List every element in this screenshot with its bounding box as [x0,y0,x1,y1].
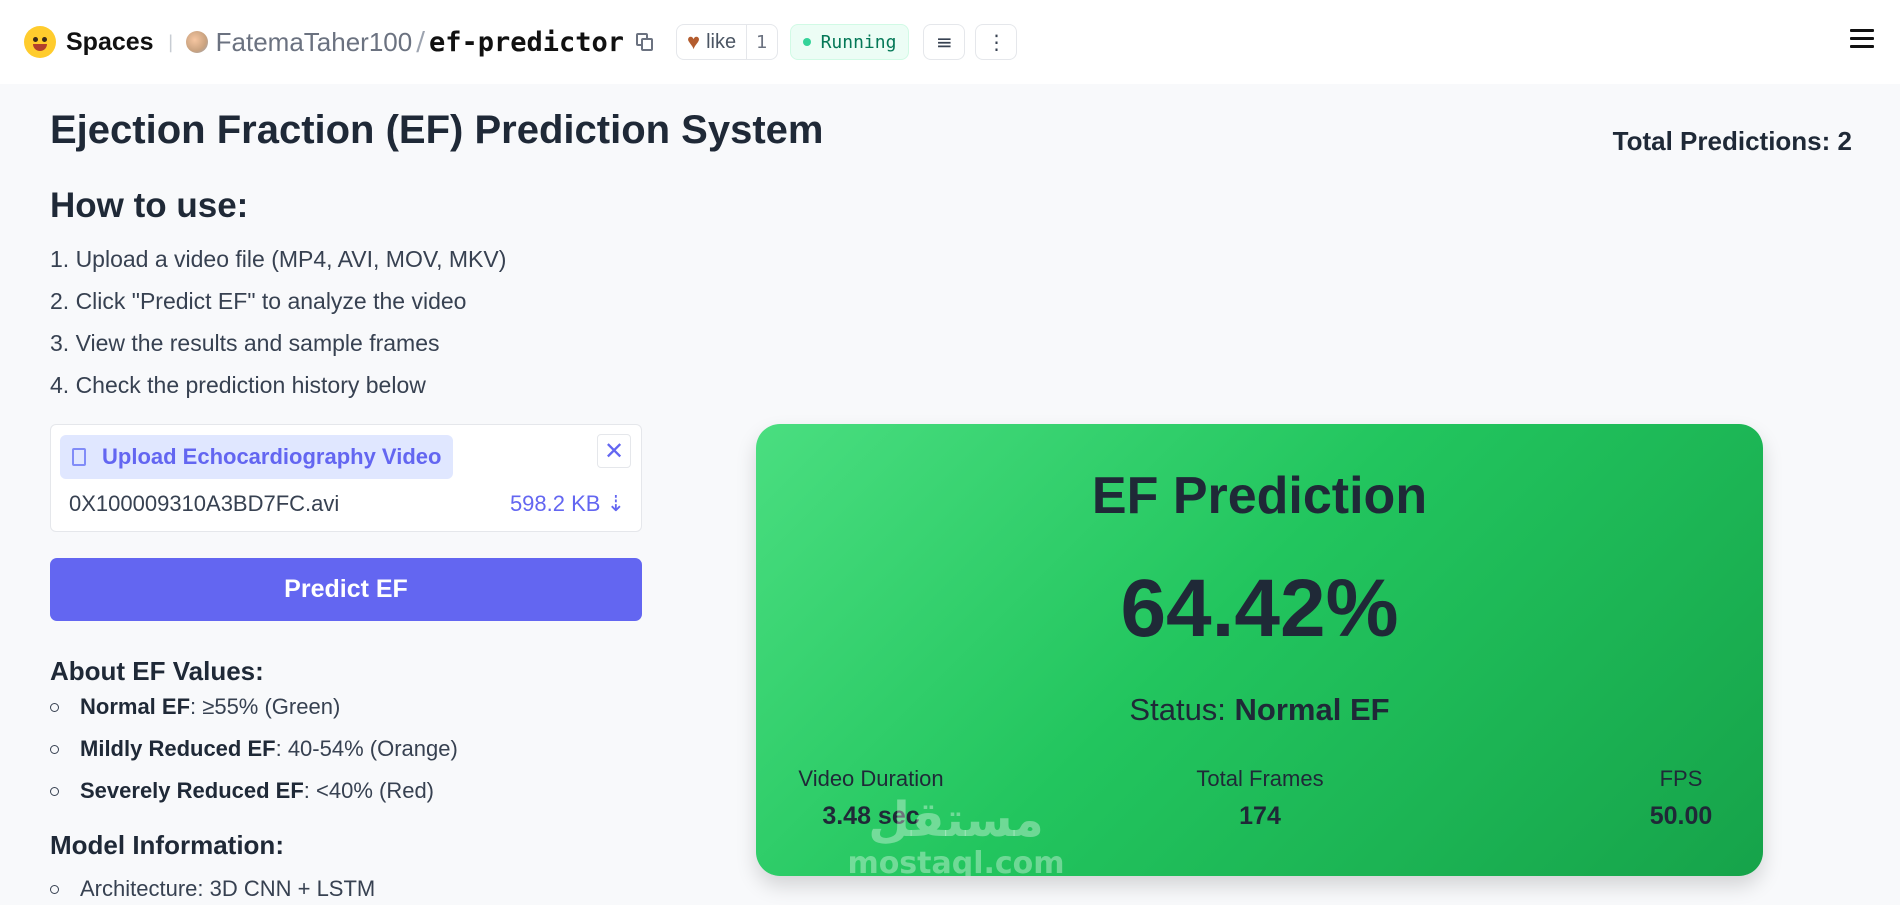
upload-label-text: Upload Echocardiography Video [102,444,442,469]
how-to-steps: 1. Upload a video file (MP4, AVI, MOV, M… [50,244,506,412]
like-count[interactable]: 1 [746,25,776,59]
spaces-link[interactable]: Spaces [66,28,154,57]
about-ef-heading: About EF Values: [50,656,264,686]
hamburger-menu-icon[interactable] [1850,29,1874,55]
ef-value: 64.42% [1120,563,1399,654]
huggingface-logo-icon[interactable] [24,26,56,58]
status-dot-icon [802,38,811,46]
logs-icon: ≡ [936,30,953,54]
list-item: 4. Check the prediction history below [50,372,426,398]
clear-upload-button[interactable]: ✕ [597,434,631,468]
watermark: مستقل mostaql.com [847,792,1065,876]
logs-button[interactable]: ≡ [923,24,966,60]
status-badge[interactable]: Running [789,24,910,60]
owner-link[interactable]: FatemaTaher100 [216,27,413,58]
path-separator: / [416,27,425,57]
upload-label[interactable]: Upload Echocardiography Video [60,435,454,479]
owner-avatar[interactable] [185,31,208,53]
file-name: 0X100009310A3BD7FC.avi [69,491,340,516]
heart-icon: ♥ [687,29,701,54]
file-size-download-link[interactable]: 598.2 KB ⇣ [510,491,625,517]
ef-status: Status: Normal EF [1129,692,1390,727]
list-item: Architecture: 3D CNN + LSTM [50,874,375,905]
close-icon: ✕ [603,437,625,465]
total-frames-stat: Total Frames 174 [1196,766,1324,830]
repo-name[interactable]: ef-predictor [429,27,624,58]
result-title: EF Prediction [1091,467,1428,525]
predict-ef-button[interactable]: Predict EF [50,558,642,621]
page-title: Ejection Fraction (EF) Prediction System [50,108,824,152]
list-item: Severely Reduced EF: <40% (Red) [50,776,458,818]
copy-icon[interactable] [636,33,654,51]
video-upload-field[interactable]: Upload Echocardiography Video ✕ 0X100009… [50,424,642,532]
uploaded-file: 0X100009310A3BD7FC.avi 598.2 KB ⇣ [69,491,625,517]
how-to-heading: How to use: [50,186,249,225]
more-options-button[interactable]: ⋮ [975,24,1018,60]
model-info-list: Architecture: 3D CNN + LSTM [50,874,375,905]
ef-values-list: Normal EF: ≥55% (Green) Mildly Reduced E… [50,692,458,818]
like-button[interactable]: ♥ like 1 [676,24,778,60]
list-item: 2. Click "Predict EF" to analyze the vid… [50,288,467,314]
list-item: Normal EF: ≥55% (Green) [50,692,458,734]
ef-result-card: EF Prediction 64.42% Status: Normal EF V… [756,424,1763,876]
fps-stat: FPS 50.00 [1649,766,1713,830]
like-label: like [706,30,737,53]
list-item: 1. Upload a video file (MP4, AVI, MOV, M… [50,246,507,272]
top-bar: Spaces | FatemaTaher100 / ef-predictor ♥… [0,0,1900,84]
file-icon [72,448,86,466]
model-info-heading: Model Information: [50,830,284,860]
ef-status-value: Normal EF [1234,692,1390,727]
total-predictions: Total Predictions: 2 [1612,126,1852,156]
list-item: Mildly Reduced EF: 40-54% (Orange) [50,734,458,776]
kebab-menu-icon: ⋮ [986,30,1007,54]
divider: | [167,31,174,53]
status-text: Running [820,31,897,53]
list-item: 3. View the results and sample frames [50,330,440,356]
